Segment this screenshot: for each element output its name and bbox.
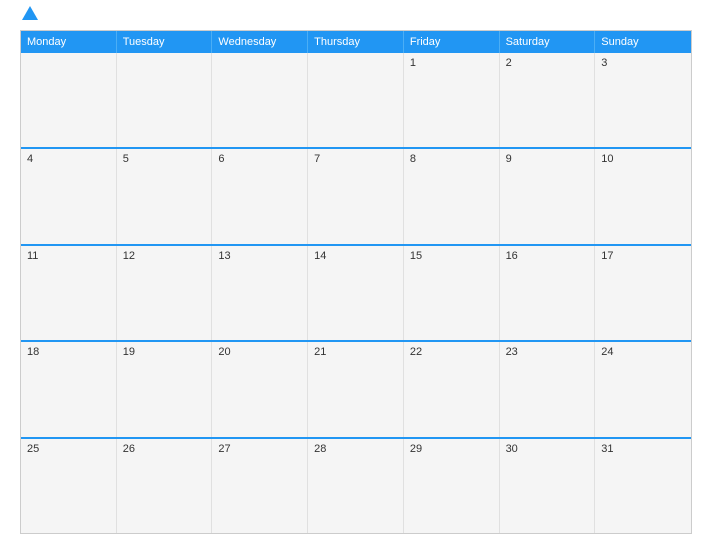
week-row-0: 1 23 xyxy=(21,53,691,147)
day-cell-20: 20 xyxy=(212,342,308,436)
day-number: 27 xyxy=(218,443,301,455)
day-cell-29: 29 xyxy=(404,439,500,533)
day-cell-18: 18 xyxy=(21,342,117,436)
day-number: 7 xyxy=(314,153,397,165)
calendar: MondayTuesdayWednesdayThursdayFridaySatu… xyxy=(20,30,692,534)
day-header-saturday: Saturday xyxy=(500,31,596,53)
weeks: 1234567891011121314151617181920212223242… xyxy=(21,53,691,533)
day-cell-21: 21 xyxy=(308,342,404,436)
week-row-1: 4 56 7 8 9 10 xyxy=(21,147,691,243)
week-row-2: 11 12 13 14 15 16 17 xyxy=(21,244,691,340)
day-cell-28: 28 xyxy=(308,439,404,533)
day-cell-13: 13 xyxy=(212,246,308,340)
day-header-thursday: Thursday xyxy=(308,31,404,53)
day-cell-31: 31 xyxy=(595,439,691,533)
day-cell-30: 30 xyxy=(500,439,596,533)
day-number: 16 xyxy=(506,250,589,262)
day-number: 9 xyxy=(506,153,589,165)
day-number: 13 xyxy=(218,250,301,262)
logo-wrapper xyxy=(20,16,38,20)
day-cell-1: 1 xyxy=(404,53,500,147)
day-number: 4 xyxy=(27,153,110,165)
day-number: 3 xyxy=(601,57,685,69)
week-row-3: 18 19 20 21 22 23 24 xyxy=(21,340,691,436)
day-cell-4: 4 xyxy=(21,149,117,243)
day-number: 20 xyxy=(218,346,301,358)
logo-triangle-icon xyxy=(22,6,38,20)
day-number: 30 xyxy=(506,443,589,455)
day-cell-22: 22 xyxy=(404,342,500,436)
day-number: 11 xyxy=(27,250,110,262)
calendar-page: MondayTuesdayWednesdayThursdayFridaySatu… xyxy=(0,0,712,550)
day-cell-15: 15 xyxy=(404,246,500,340)
day-number: 29 xyxy=(410,443,493,455)
week-row-4: 25 26 27 28 29 30 31 xyxy=(21,437,691,533)
day-cell-19: 19 xyxy=(117,342,213,436)
day-cell-empty-0 xyxy=(21,53,117,147)
logo-row1 xyxy=(20,16,38,20)
day-cell-empty-2 xyxy=(212,53,308,147)
day-number: 6 xyxy=(218,153,301,165)
day-number: 24 xyxy=(601,346,685,358)
days-header: MondayTuesdayWednesdayThursdayFridaySatu… xyxy=(21,31,691,53)
day-number: 18 xyxy=(27,346,110,358)
day-number: 22 xyxy=(410,346,493,358)
day-number: 31 xyxy=(601,443,685,455)
day-number: 8 xyxy=(410,153,493,165)
header xyxy=(20,16,692,20)
day-cell-17: 17 xyxy=(595,246,691,340)
day-cell-empty-3 xyxy=(308,53,404,147)
day-cell-26: 26 xyxy=(117,439,213,533)
day-cell-2: 2 xyxy=(500,53,596,147)
day-number: 5 xyxy=(123,153,206,165)
day-number: 28 xyxy=(314,443,397,455)
day-cell-23: 23 xyxy=(500,342,596,436)
day-number: 21 xyxy=(314,346,397,358)
day-cell-empty-1 xyxy=(117,53,213,147)
day-cell-10: 10 xyxy=(595,149,691,243)
day-header-friday: Friday xyxy=(404,31,500,53)
day-number: 12 xyxy=(123,250,206,262)
logo xyxy=(20,16,38,20)
day-cell-14: 14 xyxy=(308,246,404,340)
day-number: 10 xyxy=(601,153,685,165)
day-cell-12: 12 xyxy=(117,246,213,340)
day-number: 2 xyxy=(506,57,589,69)
day-number: 15 xyxy=(410,250,493,262)
day-cell-16: 16 xyxy=(500,246,596,340)
day-number: 19 xyxy=(123,346,206,358)
day-cell-6: 6 xyxy=(212,149,308,243)
day-cell-3: 3 xyxy=(595,53,691,147)
day-cell-27: 27 xyxy=(212,439,308,533)
day-header-tuesday: Tuesday xyxy=(117,31,213,53)
day-cell-24: 24 xyxy=(595,342,691,436)
day-cell-7: 7 xyxy=(308,149,404,243)
day-cell-11: 11 xyxy=(21,246,117,340)
day-cell-9: 9 xyxy=(500,149,596,243)
day-header-wednesday: Wednesday xyxy=(212,31,308,53)
day-number: 23 xyxy=(506,346,589,358)
day-number: 1 xyxy=(410,57,493,69)
day-number: 26 xyxy=(123,443,206,455)
day-number: 17 xyxy=(601,250,685,262)
day-cell-5: 5 xyxy=(117,149,213,243)
day-header-sunday: Sunday xyxy=(595,31,691,53)
day-cell-25: 25 xyxy=(21,439,117,533)
day-cell-8: 8 xyxy=(404,149,500,243)
day-number: 14 xyxy=(314,250,397,262)
day-number: 25 xyxy=(27,443,110,455)
day-header-monday: Monday xyxy=(21,31,117,53)
